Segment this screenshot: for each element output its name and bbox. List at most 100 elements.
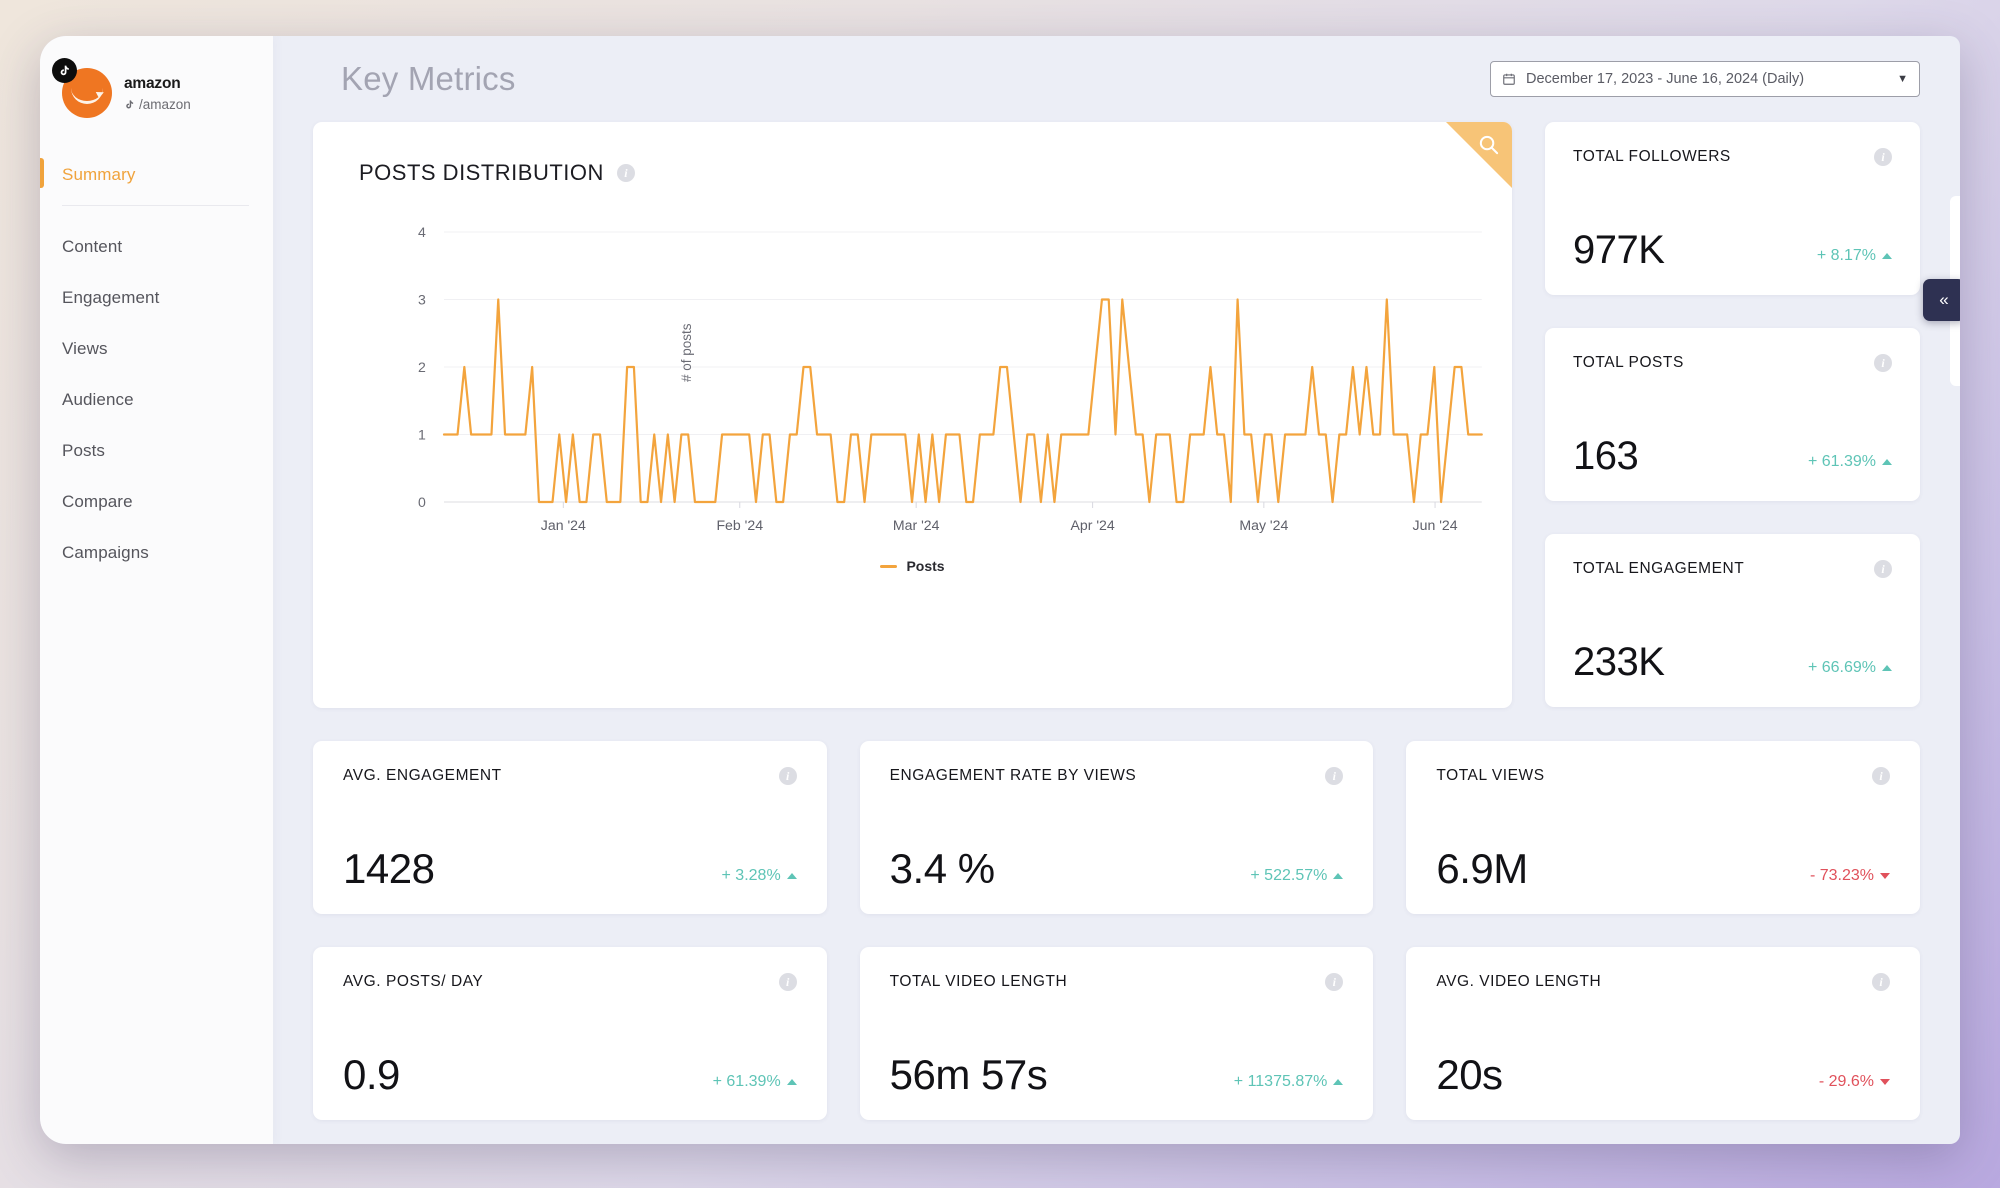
sidebar-item-label: Engagement — [62, 288, 160, 307]
kpi-label: AVG. VIDEO LENGTH — [1436, 973, 1602, 990]
calendar-icon — [1503, 73, 1515, 85]
y-axis-label: # of posts — [679, 323, 694, 382]
kpi-delta: + 3.28% — [722, 867, 797, 890]
trend-up-icon — [1882, 253, 1892, 259]
svg-text:3: 3 — [418, 292, 426, 308]
tiktok-small-icon — [126, 100, 134, 109]
chart-area: # of posts 0 1 2 3 4 Jan '24 Feb '24 Mar '24 Apr… — [313, 214, 1512, 604]
posts-distribution-card: POSTS DISTRIBUTION i # of posts 0 1 2 3 4 Jan… — [313, 122, 1512, 708]
sidebar-item-posts[interactable]: Posts — [40, 430, 273, 472]
date-range-picker[interactable]: December 17, 2023 - June 16, 2024 (Daily… — [1490, 61, 1920, 97]
sidebar-item-label: Campaigns — [62, 543, 149, 562]
kpi-value: 3.4 % — [889, 845, 995, 892]
sidebar-item-audience[interactable]: Audience — [40, 379, 273, 421]
kpi-delta-text: + 522.57% — [1250, 867, 1328, 884]
kpi-total-followers: TOTAL FOLLOWERS i 977K + 8.17% — [1545, 122, 1920, 295]
sidebar-item-label: Audience — [62, 390, 134, 409]
chart-legend: Posts — [313, 558, 1512, 574]
chart-card-header: POSTS DISTRIBUTION i — [313, 122, 1512, 186]
info-icon[interactable]: i — [1874, 354, 1892, 372]
kpi-label: AVG. ENGAGEMENT — [343, 767, 502, 784]
trend-up-icon — [1333, 873, 1344, 879]
svg-text:Jun '24: Jun '24 — [1413, 517, 1458, 533]
kpi-delta: + 11375.87% — [1234, 1073, 1344, 1096]
svg-text:2: 2 — [418, 359, 426, 375]
svg-text:0: 0 — [418, 494, 426, 510]
info-icon[interactable]: i — [1874, 148, 1892, 166]
tiktok-icon — [52, 58, 77, 83]
kpi-delta: + 8.17% — [1817, 247, 1892, 270]
sidebar-item-compare[interactable]: Compare — [40, 481, 273, 523]
kpi-value: 56m 57s — [889, 1051, 1048, 1098]
kpi-avg-posts-per-day: AVG. POSTS/ DAY i 0.9 + 61.39% — [313, 947, 827, 1120]
trend-up-icon — [1333, 1079, 1344, 1085]
info-icon[interactable]: i — [1872, 767, 1891, 785]
sidebar-item-label: Content — [62, 237, 123, 256]
kpi-value: 1428 — [343, 845, 435, 892]
trend-up-icon — [786, 1079, 797, 1085]
search-icon — [1479, 135, 1499, 155]
kpi-value: 0.9 — [343, 1051, 400, 1098]
sidebar-item-label: Compare — [62, 492, 133, 511]
date-range-text: December 17, 2023 - June 16, 2024 (Daily… — [1526, 71, 1805, 87]
kpi-label: AVG. POSTS/ DAY — [343, 973, 484, 990]
chevron-down-icon: ▼ — [1897, 73, 1908, 85]
kpi-delta: - 29.6% — [1818, 1073, 1891, 1096]
info-icon[interactable]: i — [1325, 973, 1344, 991]
kpi-label: TOTAL VIEWS — [1436, 767, 1545, 784]
sidebar-item-content[interactable]: Content — [40, 226, 273, 268]
sidebar: amazon /amazon Summary Content Engagemen… — [40, 36, 273, 1144]
kpi-value: 6.9M — [1436, 845, 1528, 892]
kpi-total-views: TOTAL VIEWS i 6.9M - 73.23% — [1406, 741, 1921, 914]
search-button[interactable] — [1446, 122, 1512, 188]
page-title: Key Metrics — [341, 60, 516, 97]
info-icon[interactable]: i — [778, 973, 797, 991]
kpi-delta-text: + 11375.87% — [1233, 1073, 1328, 1090]
info-icon[interactable]: i — [1874, 560, 1892, 578]
amazon-smile-shape — [71, 88, 103, 104]
info-icon[interactable]: i — [616, 164, 635, 182]
kpi-delta-text: - 29.6% — [1818, 1073, 1875, 1090]
sidebar-item-summary[interactable]: Summary — [40, 154, 273, 196]
sidebar-item-label: Posts — [62, 441, 106, 460]
kpi-avg-engagement: AVG. ENGAGEMENT i 1428 + 3.28% — [313, 741, 827, 914]
posts-line-chart: 0 1 2 3 4 Jan '24 Feb '24 Mar '24 Apr '24 May '24… — [418, 224, 1512, 533]
svg-text:May '24: May '24 — [1239, 517, 1288, 533]
info-icon[interactable]: i — [778, 767, 797, 785]
kpi-delta: + 66.69% — [1808, 659, 1892, 682]
trend-up-icon — [786, 873, 797, 879]
kpi-delta: + 522.57% — [1250, 867, 1344, 890]
svg-text:Jan '24: Jan '24 — [541, 517, 586, 533]
kpi-delta-text: - 73.23% — [1809, 867, 1875, 884]
trend-up-icon — [1882, 665, 1892, 671]
kpi-total-engagement: TOTAL ENGAGEMENT i 233K + 66.69% — [1545, 534, 1920, 707]
sidebar-item-engagement[interactable]: Engagement — [40, 277, 273, 319]
svg-text:Mar '24: Mar '24 — [893, 517, 940, 533]
trend-down-icon — [1880, 1079, 1891, 1085]
info-icon[interactable]: i — [1325, 767, 1344, 785]
sidebar-item-campaigns[interactable]: Campaigns — [40, 532, 273, 574]
kpi-delta-text: + 61.39% — [1807, 453, 1876, 470]
avatar — [52, 58, 112, 118]
sidebar-nav: Summary Content Engagement Views Audienc… — [40, 154, 273, 574]
trend-down-icon — [1880, 873, 1891, 879]
sidebar-item-label: Summary — [62, 165, 136, 184]
trend-up-icon — [1882, 459, 1892, 465]
kpi-total-video-length: TOTAL VIDEO LENGTH i 56m 57s + 11375.87% — [859, 947, 1374, 1120]
profile-handle-text: /amazon — [139, 96, 191, 112]
kpi-total-posts: TOTAL POSTS i 163 + 61.39% — [1545, 328, 1920, 501]
kpi-delta-text: + 61.39% — [712, 1073, 781, 1090]
kpi-label: TOTAL FOLLOWERS — [1573, 148, 1731, 165]
sidebar-item-views[interactable]: Views — [40, 328, 273, 370]
sidebar-item-label: Views — [62, 339, 108, 358]
kpi-delta: - 73.23% — [1809, 867, 1891, 890]
kpi-value: 977K — [1573, 228, 1665, 272]
info-icon[interactable]: i — [1872, 973, 1891, 991]
svg-text:Feb '24: Feb '24 — [716, 517, 763, 533]
profile-block[interactable]: amazon /amazon — [40, 58, 273, 118]
kpi-label: TOTAL POSTS — [1573, 354, 1684, 371]
svg-text:4: 4 — [418, 224, 426, 240]
kpi-label: ENGAGEMENT RATE BY VIEWS — [889, 767, 1137, 784]
collapse-panel-button[interactable]: « — [1923, 279, 1960, 321]
legend-label: Posts — [906, 558, 945, 574]
